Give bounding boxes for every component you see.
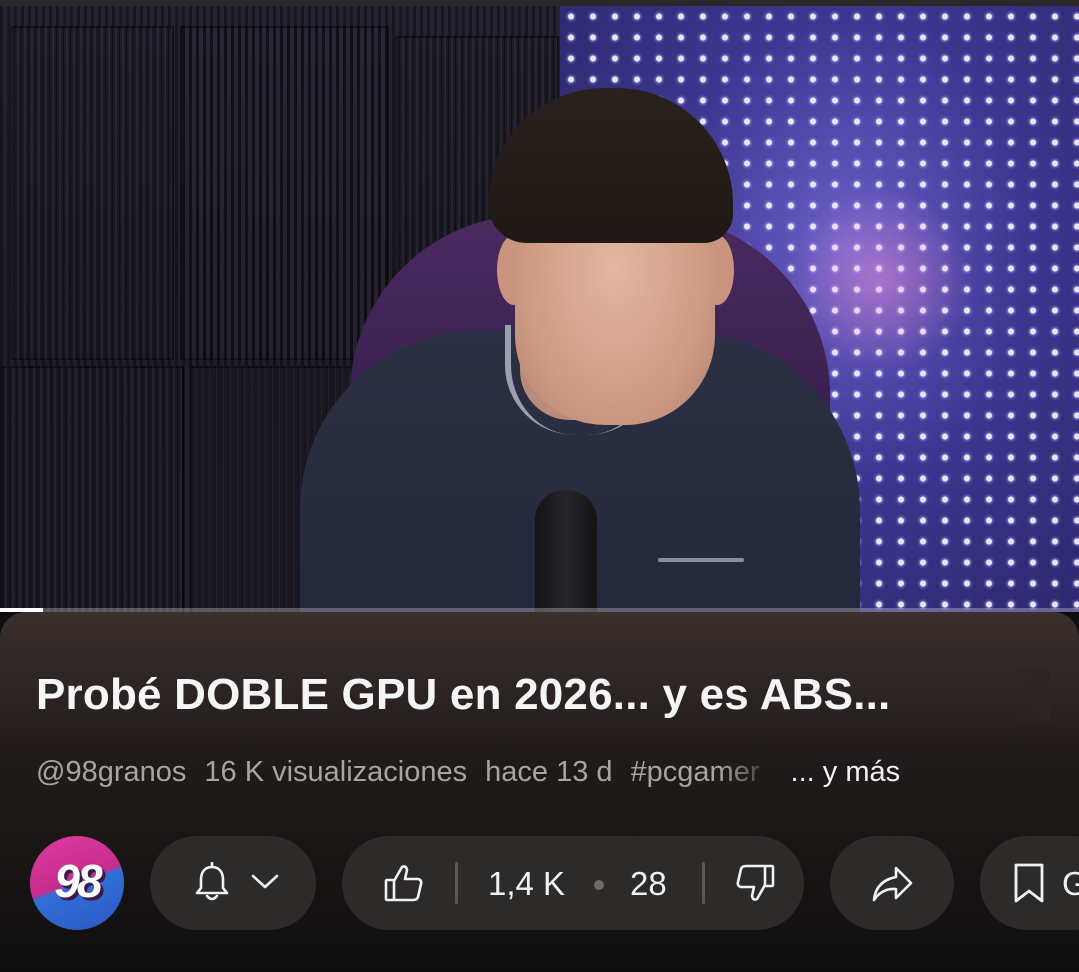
hashtag-link[interactable]: #pcgamer [631, 752, 779, 792]
video-title[interactable]: Probé DOBLE GPU en 2026... y es ABS... [36, 668, 1044, 722]
upload-age: hace 13 d [485, 756, 613, 788]
subscribe-notification-button[interactable] [150, 836, 316, 930]
save-label: G [1062, 865, 1079, 902]
like-count: 1,4 K [488, 865, 566, 902]
thumbs-down-icon[interactable] [733, 861, 777, 905]
thumbs-up-icon[interactable] [382, 861, 426, 905]
video-player[interactable] [0, 0, 1079, 612]
foam-panel [10, 26, 174, 360]
title-truncation-fade [1010, 668, 1050, 722]
foam-panel [0, 366, 184, 612]
channel-avatar[interactable]: 98 [30, 836, 124, 930]
microphone [535, 490, 597, 612]
separator-dot [594, 880, 604, 890]
share-arrow-icon [870, 864, 914, 904]
comment-count[interactable]: 28 [630, 864, 667, 904]
dislike-divider [702, 862, 705, 904]
like-divider [455, 862, 458, 904]
shirt-pocket [658, 558, 744, 562]
bell-icon [192, 862, 232, 904]
chevron-down-icon [250, 872, 280, 892]
video-metadata-row[interactable]: @98granos 16 K visualizaciones hace 13 d #p… [36, 752, 900, 792]
view-count: 16 K visualizaciones [204, 756, 468, 788]
bookmark-icon [1012, 862, 1046, 904]
avatar-logo-text: 98 [54, 855, 102, 907]
more-description-link[interactable]: ... y más [791, 756, 901, 788]
channel-handle[interactable]: @98granos [36, 756, 186, 788]
foam-panel [180, 26, 389, 360]
